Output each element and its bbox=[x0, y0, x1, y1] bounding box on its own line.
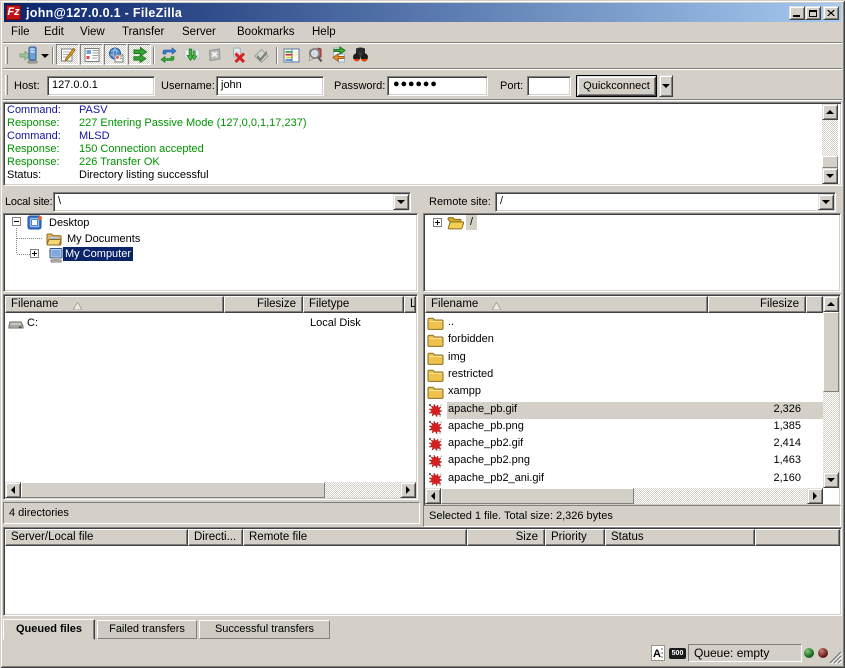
svg-text:A: A bbox=[653, 648, 661, 660]
